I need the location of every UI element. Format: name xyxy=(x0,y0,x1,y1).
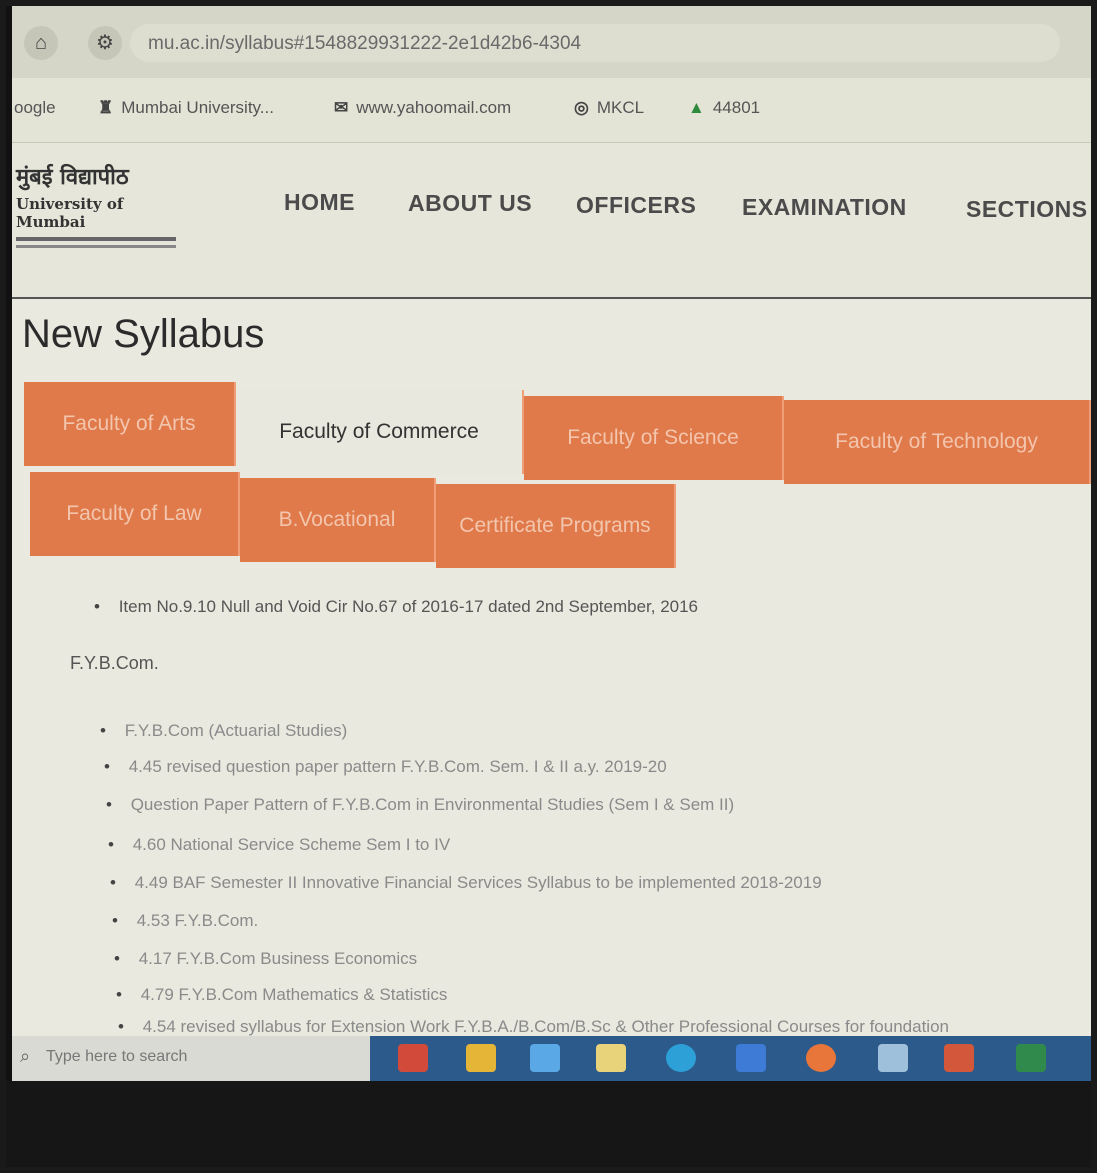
url-text: mu.ac.in/syllabus#1548829931222-2e1d42b6… xyxy=(148,33,582,54)
item-link[interactable]: F.Y.B.Com (Actuarial Studies) xyxy=(125,721,348,740)
list-item[interactable]: 4.79 F.Y.B.Com Mathematics & Statistics xyxy=(116,985,448,1005)
item-link[interactable]: Question Paper Pattern of F.Y.B.Com in E… xyxy=(131,795,734,814)
bookmark-44801[interactable]: ▲ 44801 xyxy=(688,98,760,118)
browser-address-bar: ⌂ ⚙ mu.ac.in/syllabus#1548829931222-2e1d… xyxy=(12,6,1091,78)
nav-about-us[interactable]: ABOUT US xyxy=(408,190,532,217)
word-icon[interactable] xyxy=(736,1044,766,1072)
photo-frame: ⌂ ⚙ mu.ac.in/syllabus#1548829931222-2e1d… xyxy=(6,6,1091,1167)
item-link[interactable]: 4.60 National Service Scheme Sem I to IV xyxy=(133,835,451,854)
tab-b-vocational[interactable]: B.Vocational xyxy=(240,478,436,562)
page-title: New Syllabus xyxy=(22,312,265,356)
bookmark-mkcl[interactable]: ◎ MKCL xyxy=(574,98,644,118)
mail-icon: ✉ xyxy=(334,98,349,117)
tab-faculty-of-law[interactable]: Faculty of Law xyxy=(30,472,240,556)
file-explorer-icon[interactable] xyxy=(596,1044,626,1072)
tab-faculty-of-arts[interactable]: Faculty of Arts xyxy=(24,382,236,466)
tab-certificate-programs[interactable]: Certificate Programs xyxy=(436,484,676,568)
taskbar-search-box[interactable]: ⌕ Type here to search xyxy=(12,1036,370,1081)
university-logo[interactable]: मुंबई विद्यापीठ University of Mumbai xyxy=(16,161,186,248)
item-link[interactable]: 4.79 F.Y.B.Com Mathematics & Statistics xyxy=(141,985,448,1004)
drive-icon: ▲ xyxy=(688,98,705,117)
powerpoint-icon[interactable] xyxy=(944,1044,974,1072)
item-link[interactable]: 4.17 F.Y.B.Com Business Economics xyxy=(139,949,417,968)
firefox-icon[interactable] xyxy=(806,1044,836,1072)
bookmarks-bar: oogle ♜ Mumbai University... ✉ www.yahooma… xyxy=(12,78,1091,143)
edge-icon[interactable] xyxy=(530,1044,560,1072)
item-link[interactable]: Item No.9.10 Null and Void Cir No.67 of … xyxy=(119,597,698,616)
globe-icon: ◎ xyxy=(574,98,589,117)
list-item[interactable]: 4.53 F.Y.B.Com. xyxy=(112,911,259,931)
item-link[interactable]: 4.54 revised syllabus for Extension Work… xyxy=(143,1017,949,1036)
tab-faculty-of-technology[interactable]: Faculty of Technology xyxy=(784,400,1091,484)
list-item[interactable]: Item No.9.10 Null and Void Cir No.67 of … xyxy=(94,597,698,617)
bookmark-mumbai-university[interactable]: ♜ Mumbai University... xyxy=(98,98,274,118)
item-link[interactable]: 4.49 BAF Semester II Innovative Financia… xyxy=(135,873,822,892)
bookmark-yahoomail[interactable]: ✉ www.yahoomail.com xyxy=(334,98,511,118)
bank-icon: ♜ xyxy=(98,98,114,117)
syllabus-content: Item No.9.10 Null and Void Cir No.67 of … xyxy=(12,591,1091,1071)
item-link[interactable]: 4.53 F.Y.B.Com. xyxy=(137,911,259,930)
list-item[interactable]: Question Paper Pattern of F.Y.B.Com in E… xyxy=(106,795,734,815)
url-input[interactable]: mu.ac.in/syllabus#1548829931222-2e1d42b6… xyxy=(130,24,1060,62)
taskbar-search-placeholder: Type here to search xyxy=(46,1048,188,1065)
excel-icon[interactable] xyxy=(1016,1044,1046,1072)
nav-officers[interactable]: OFFICERS xyxy=(576,192,696,219)
item-link[interactable]: 4.45 revised question paper pattern F.Y.… xyxy=(129,757,667,776)
monitor-screen: ⌂ ⚙ mu.ac.in/syllabus#1548829931222-2e1d… xyxy=(12,6,1091,1081)
site-header: मुंबई विद्यापीठ University of Mumbai HOM… xyxy=(12,143,1091,299)
app-icon-store[interactable] xyxy=(466,1044,496,1072)
app-icon-window[interactable] xyxy=(878,1044,908,1072)
nav-examination[interactable]: EXAMINATION xyxy=(742,194,907,221)
tab-faculty-of-science[interactable]: Faculty of Science xyxy=(524,396,784,480)
list-item[interactable]: 4.17 F.Y.B.Com Business Economics xyxy=(114,949,417,969)
list-item[interactable]: 4.60 National Service Scheme Sem I to IV xyxy=(108,835,451,855)
app-icon-red[interactable] xyxy=(398,1044,428,1072)
list-item[interactable]: 4.49 BAF Semester II Innovative Financia… xyxy=(110,873,822,893)
taskbar-apps xyxy=(370,1036,1091,1081)
nav-home[interactable]: HOME xyxy=(284,189,355,216)
search-icon: ⌕ xyxy=(20,1046,31,1066)
list-item[interactable]: F.Y.B.Com (Actuarial Studies) xyxy=(100,721,348,741)
windows-taskbar: ⌕ Type here to search xyxy=(12,1036,1091,1081)
tab-faculty-of-commerce[interactable]: Faculty of Commerce xyxy=(236,390,524,474)
logo-english-text: University of Mumbai xyxy=(16,195,124,231)
app-icon-circle[interactable] xyxy=(666,1044,696,1072)
list-item[interactable]: 4.45 revised question paper pattern F.Y.… xyxy=(104,757,667,777)
nav-sections[interactable]: SECTIONS xyxy=(966,196,1088,223)
bookmark-google[interactable]: oogle xyxy=(14,98,56,118)
list-item[interactable]: 4.54 revised syllabus for Extension Work… xyxy=(118,1017,949,1037)
monitor-bezel xyxy=(6,1081,1091,1167)
site-info-icon[interactable]: ⚙ xyxy=(88,26,122,60)
section-heading: F.Y.B.Com. xyxy=(70,653,159,673)
logo-marathi-text: मुंबई विद्यापीठ xyxy=(16,164,129,190)
home-icon[interactable]: ⌂ xyxy=(24,26,58,60)
